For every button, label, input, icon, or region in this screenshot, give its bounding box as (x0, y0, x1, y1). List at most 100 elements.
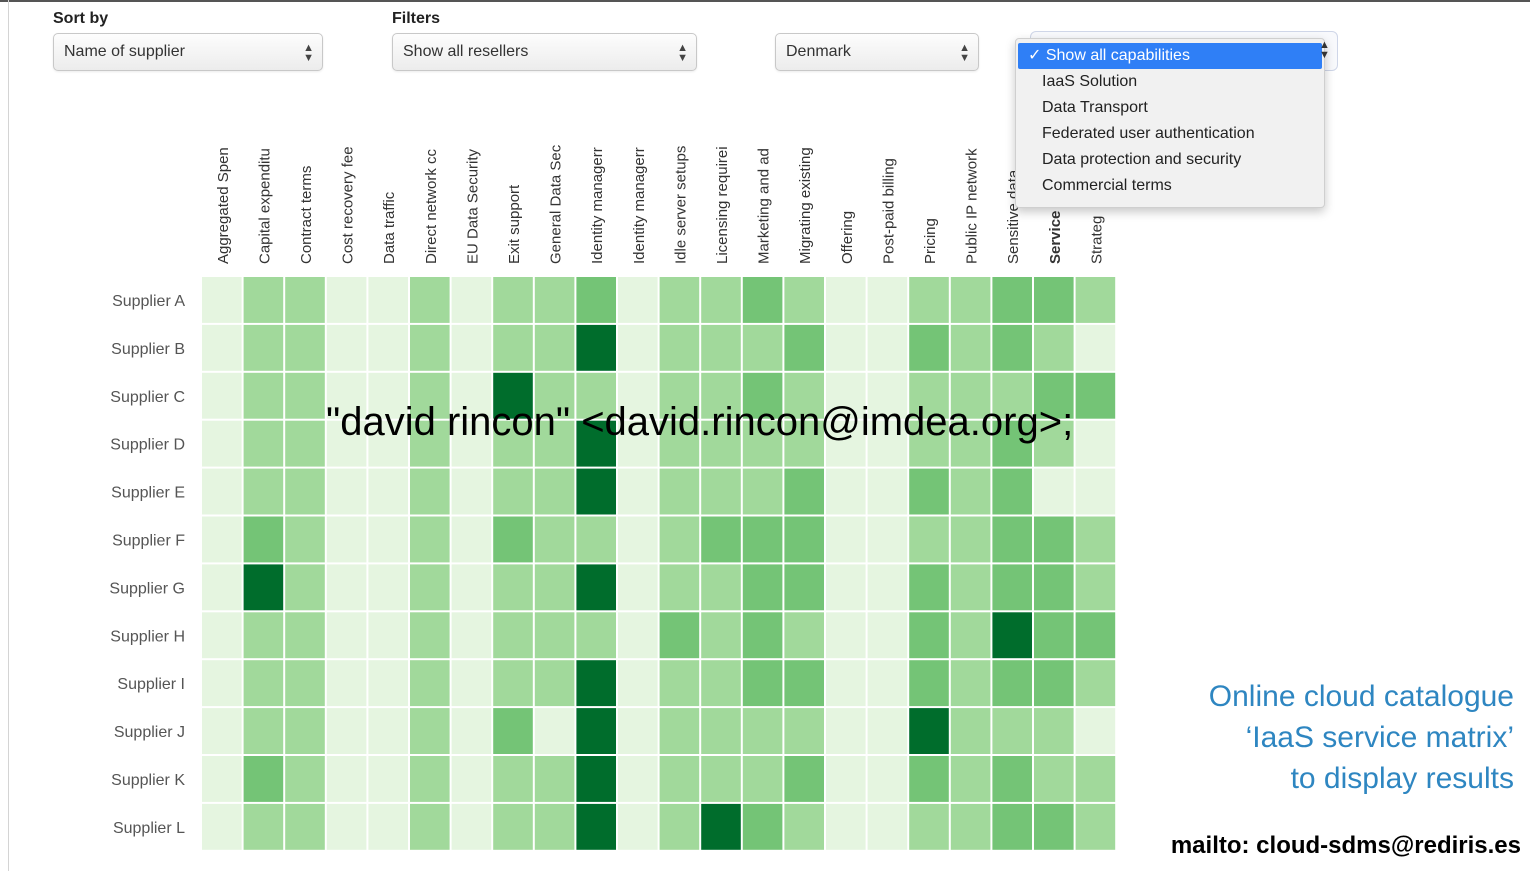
mailto-link[interactable]: mailto: cloud-sdms@rediris.es (1171, 832, 1521, 860)
heatmap-cell (909, 277, 949, 323)
heatmap-cell (368, 660, 408, 707)
heatmap-cell (1075, 372, 1116, 419)
heatmap-cell (534, 324, 575, 371)
heatmap-cell (992, 324, 1032, 371)
heatmap-cell (784, 756, 824, 802)
heatmap-cell (742, 324, 783, 371)
heatmap-cell (742, 708, 783, 754)
capability-option[interactable]: Data Transport (1016, 95, 1324, 121)
capability-option[interactable]: Commercial terms (1016, 173, 1324, 199)
heatmap-cell (368, 803, 408, 850)
heatmap-cell (867, 756, 908, 802)
capability-option[interactable]: Data protection and security (1016, 147, 1324, 173)
column-label: EU Data Security (464, 148, 481, 264)
heatmap-cell (285, 564, 325, 611)
heatmap-cell (618, 803, 658, 850)
heatmap-cell (202, 756, 242, 802)
heatmap-cell (618, 468, 658, 515)
heatmap-cell (659, 612, 700, 659)
heatmap-cell (992, 277, 1032, 323)
heatmap-cell (326, 612, 367, 659)
heatmap-cell (243, 564, 284, 611)
heatmap-cell (950, 660, 991, 707)
heatmap-cell (659, 708, 700, 754)
heatmap-cell (326, 324, 367, 371)
heatmap-cell (493, 468, 533, 515)
heatmap-cell (867, 277, 908, 323)
heatmap-cell (826, 277, 866, 323)
heatmap-cell (1075, 420, 1116, 467)
row-label: Supplier G (109, 580, 185, 597)
heatmap-cell (784, 612, 824, 659)
heatmap-cell (326, 660, 367, 707)
heatmap-cell (451, 564, 492, 611)
heatmap-cell (243, 708, 284, 754)
heatmap-cell (618, 324, 658, 371)
heatmap-cell (826, 803, 866, 850)
heatmap-cell (950, 803, 991, 850)
heatmap-cell (534, 756, 575, 802)
column-label: Aggregated Spen (215, 147, 232, 264)
heatmap-cell (410, 468, 450, 515)
capability-option-selected[interactable]: ✓ Show all capabilities (1018, 43, 1322, 69)
heatmap-cell (534, 708, 575, 754)
heatmap-cell (992, 756, 1032, 802)
heatmap-cell (742, 277, 783, 323)
heatmap-cell (243, 468, 284, 515)
heatmap-cell (742, 756, 783, 802)
heatmap-cell (202, 803, 242, 850)
heatmap-cell (451, 516, 492, 563)
heatmap-cell (950, 756, 991, 802)
heatmap-cell (826, 468, 866, 515)
heatmap-cell (576, 660, 616, 707)
heatmap-cell (784, 516, 824, 563)
heatmap-cell (701, 612, 741, 659)
heatmap-cell (826, 564, 866, 611)
column-label: Capital expenditu (256, 148, 273, 264)
heatmap-cell (659, 516, 700, 563)
capability-option[interactable]: Federated user authentication (1016, 121, 1324, 147)
row-label: Supplier E (111, 485, 185, 502)
row-label: Supplier C (110, 389, 185, 406)
row-label: Supplier J (114, 724, 185, 741)
heatmap-cell (701, 564, 741, 611)
heatmap-cell (285, 420, 325, 467)
heatmap-cell (909, 612, 949, 659)
heatmap-cell (701, 660, 741, 707)
heatmap-cell (826, 660, 866, 707)
heatmap-cell (909, 564, 949, 611)
heatmap-cell (202, 516, 242, 563)
heatmap-cell (1034, 756, 1074, 802)
heatmap-cell (867, 660, 908, 707)
heatmap-cell (243, 803, 284, 850)
heatmap-cell (534, 660, 575, 707)
heatmap-cell (410, 277, 450, 323)
heatmap-cell (1034, 803, 1074, 850)
heatmap-cell (243, 516, 284, 563)
heatmap-cell (285, 277, 325, 323)
heatmap-cell (992, 803, 1032, 850)
heatmap-cell (867, 468, 908, 515)
heatmap-cell (950, 564, 991, 611)
heatmap-cell (410, 660, 450, 707)
heatmap-cell (576, 277, 616, 323)
heatmap-cell (659, 564, 700, 611)
heatmap-cell (867, 612, 908, 659)
heatmap-cell (202, 660, 242, 707)
heatmap-cell (451, 660, 492, 707)
heatmap-cell (618, 564, 658, 611)
heatmap-cell (326, 803, 367, 850)
heatmap-cell (451, 277, 492, 323)
heatmap-cell (285, 372, 325, 419)
capability-option[interactable]: IaaS Solution (1016, 69, 1324, 95)
heatmap-cell (576, 708, 616, 754)
heatmap-cell (326, 468, 367, 515)
caption-line: ‘IaaS service matrix’ (1245, 721, 1514, 754)
heatmap-cell (1034, 708, 1074, 754)
caption: Online cloud catalogue ‘IaaS service mat… (1209, 676, 1514, 799)
heatmap-cell (368, 468, 408, 515)
heatmap-cell (202, 324, 242, 371)
heatmap-cell (368, 612, 408, 659)
heatmap-cell (992, 564, 1032, 611)
heatmap-cell (618, 612, 658, 659)
